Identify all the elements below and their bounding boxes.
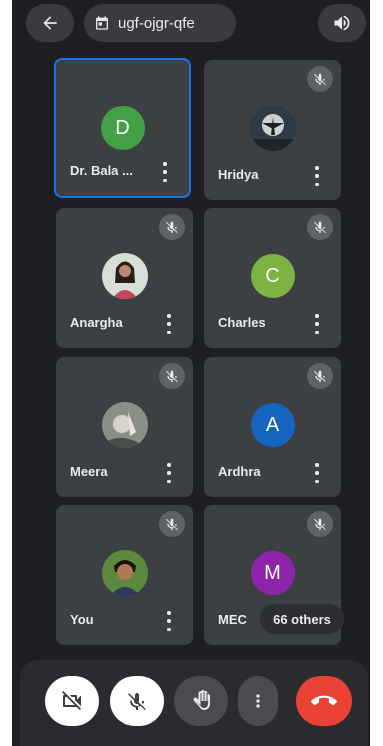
back-button[interactable]	[26, 4, 74, 42]
more-options-button[interactable]	[313, 166, 321, 186]
participant-tile[interactable]: You	[56, 505, 193, 645]
participant-tile[interactable]: Anargha	[56, 208, 193, 348]
camera-off-icon	[62, 691, 81, 710]
participant-name: Hridya	[218, 167, 259, 182]
end-call-icon	[311, 695, 337, 706]
mic-off-icon	[128, 693, 146, 710]
more-options-button[interactable]	[313, 463, 321, 483]
participant-name: Meera	[70, 464, 108, 479]
end-call-button[interactable]	[296, 676, 352, 726]
mic-off-icon	[159, 363, 185, 389]
meeting-code: ugf-ojgr-qfe	[118, 14, 195, 32]
mic-off-icon	[307, 66, 333, 92]
participant-tile[interactable]: A Ardhra	[204, 357, 341, 497]
avatar	[249, 105, 296, 151]
participant-tile[interactable]: C Charles	[204, 208, 341, 348]
participant-name: MEC	[218, 612, 247, 627]
meet-screen: ugf-ojgr-qfe D Dr. Bala ... Hridya Anarg…	[12, 0, 370, 746]
arrow-left-icon	[43, 16, 57, 30]
camera-toggle-button[interactable]	[45, 676, 99, 726]
avatar	[101, 253, 148, 299]
participant-name: Dr. Bala ...	[70, 163, 133, 178]
avatar: C	[250, 254, 295, 298]
participant-name: You	[70, 612, 94, 627]
mic-off-icon	[307, 214, 333, 240]
more-vertical-icon	[256, 694, 260, 708]
participant-name: Ardhra	[218, 464, 261, 479]
more-options-button[interactable]	[165, 463, 173, 483]
more-options-button[interactable]	[161, 162, 169, 182]
raise-hand-icon	[193, 690, 210, 710]
participant-name: Anargha	[70, 315, 123, 330]
participant-tile[interactable]: D Dr. Bala ...	[54, 58, 191, 198]
scrollbar[interactable]	[368, 258, 370, 478]
participant-tile[interactable]: Hridya	[204, 60, 341, 200]
avatar: D	[100, 106, 145, 150]
speaker-icon	[334, 15, 350, 31]
avatar: M	[250, 551, 295, 595]
raise-hand-button[interactable]	[174, 676, 228, 726]
mic-off-icon	[307, 511, 333, 537]
meeting-code-pill[interactable]: ugf-ojgr-qfe	[84, 4, 236, 42]
calendar-icon	[96, 16, 108, 30]
more-options-button[interactable]	[165, 611, 173, 631]
avatar: A	[250, 403, 295, 447]
mic-off-icon	[159, 214, 185, 240]
more-options-button[interactable]	[165, 314, 173, 334]
mic-off-icon	[159, 511, 185, 537]
mic-toggle-button[interactable]	[110, 676, 164, 726]
avatar	[101, 402, 148, 448]
speaker-button[interactable]	[318, 4, 366, 42]
mic-off-icon	[307, 363, 333, 389]
avatar	[101, 550, 148, 596]
more-options-button[interactable]	[313, 314, 321, 334]
others-count-pill[interactable]: 66 others	[260, 604, 344, 634]
more-options-button[interactable]	[238, 676, 278, 726]
participant-name: Charles	[218, 315, 266, 330]
participant-tile[interactable]: Meera	[56, 357, 193, 497]
